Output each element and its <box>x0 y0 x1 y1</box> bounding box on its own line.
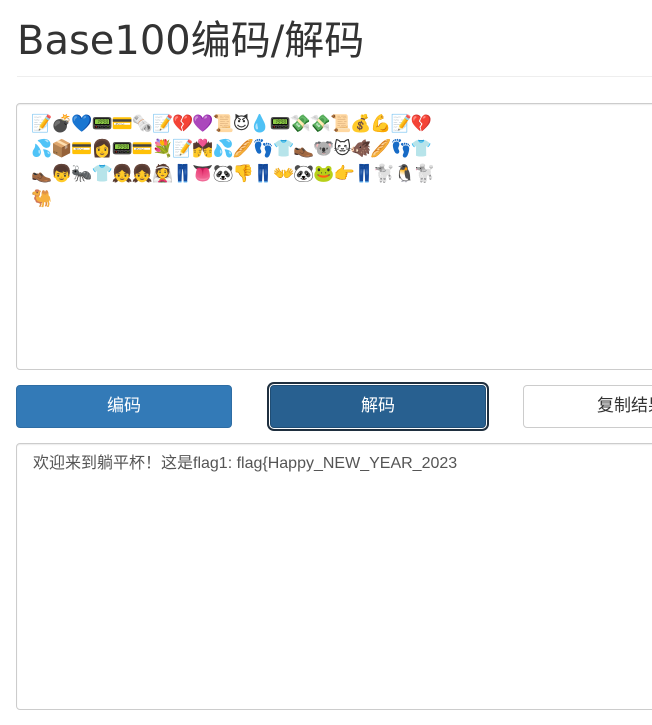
encode-button[interactable]: 编码 <box>16 385 232 428</box>
page-title: Base100编码/解码 <box>17 18 365 64</box>
output-text: 欢迎来到躺平杯！这是flag1: flag{Happy_NEW_YEAR_202… <box>33 455 458 472</box>
input-line-4: 🐫 <box>31 189 52 209</box>
title-divider <box>17 76 652 77</box>
input-line-2: 💦📦💳👩📟💳💐📝💏💦🥖👣👕👞🐨🐱🐗🥖👣👕 <box>31 139 432 159</box>
encoded-input-textarea[interactable]: 📝💣💙📟💳🗞️📝💔💜📜😈💧📟💸💸📜💰💪📝💔 💦📦💳👩📟💳💐📝💏💦🥖👣👕👞🐨🐱🐗🥖… <box>16 103 652 370</box>
page: Base100编码/解码 📝💣💙📟💳🗞️📝💔💜📜😈💧📟💸💸📜💰💪📝💔 💦📦💳👩📟… <box>0 0 652 725</box>
decoded-output-textarea[interactable]: 欢迎来到躺平杯！这是flag1: flag{Happy_NEW_YEAR_202… <box>16 443 652 710</box>
copy-result-button[interactable]: 复制结果 <box>523 385 652 428</box>
input-line-3: 👞👦🐜👕👧👧👰👖👅🐼👎👖👐🐼🐸👉👖🐩🐧🐩 <box>31 164 435 184</box>
input-line-1: 📝💣💙📟💳🗞️📝💔💜📜😈💧📟💸💸📜💰💪📝💔 <box>31 114 432 134</box>
decode-button[interactable]: 解码 <box>270 385 486 428</box>
